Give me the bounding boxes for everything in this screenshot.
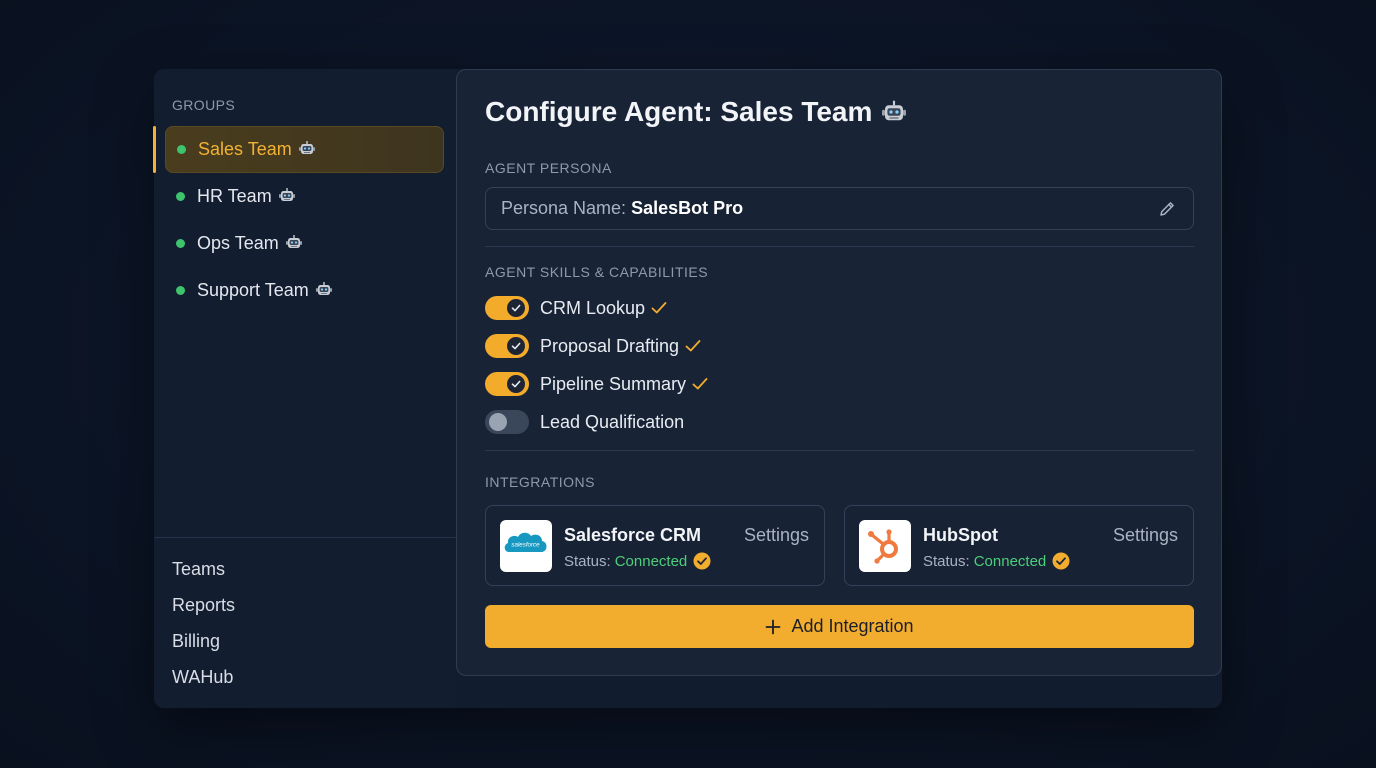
skill-lead-qualification: Lead Qualification — [485, 409, 684, 435]
group-item-support-team[interactable]: Support Team — [165, 267, 444, 314]
group-label: HR Team — [197, 186, 272, 206]
salesforce-cloud-icon: salesforce — [504, 532, 547, 552]
skill-toggle[interactable] — [485, 334, 529, 358]
hubspot-sprocket-icon — [868, 529, 898, 564]
status-prefix: Status: — [923, 552, 970, 570]
robot-icon — [298, 141, 315, 154]
integrations-section-label: INTEGRATIONS — [485, 474, 595, 490]
group-label: Sales Team — [198, 139, 292, 159]
status-dot — [176, 192, 185, 201]
toggle-knob — [489, 413, 507, 431]
section-divider — [485, 450, 1194, 451]
group-item-ops-team[interactable]: Ops Team — [165, 220, 444, 267]
persona-section-label: AGENT PERSONA — [485, 160, 612, 176]
check-icon — [511, 304, 521, 312]
status-dot — [177, 145, 186, 154]
integration-settings-link[interactable]: Settings — [1113, 525, 1178, 546]
group-label: Support Team — [197, 280, 309, 300]
toggle-knob — [507, 337, 525, 355]
skill-label: CRM Lookup — [540, 297, 646, 318]
check-icon — [651, 302, 667, 314]
status-dot — [176, 286, 185, 295]
salesforce-logo-text: salesforce — [511, 542, 540, 549]
status-prefix: Status: — [564, 552, 611, 570]
nav-item-reports[interactable]: Reports — [172, 593, 235, 629]
integration-card-salesforce: salesforce Salesforce CRM Status: Connec… — [485, 505, 825, 586]
group-item-sales-team[interactable]: Sales Team — [165, 126, 444, 173]
add-integration-label: Add Integration — [791, 616, 914, 636]
nav-item-billing[interactable]: Billing — [172, 629, 235, 665]
skill-crm-lookup: CRM Lookup — [485, 295, 667, 321]
check-icon — [511, 342, 521, 350]
persona-prefix: Persona Name: — [501, 198, 627, 218]
section-divider — [485, 246, 1194, 247]
status-value: Connected — [614, 552, 688, 570]
integration-settings-link[interactable]: Settings — [744, 525, 809, 546]
toggle-knob — [507, 375, 525, 393]
skill-toggle[interactable] — [485, 296, 529, 320]
check-icon — [685, 340, 701, 352]
robot-icon — [315, 282, 332, 295]
skill-toggle[interactable] — [485, 372, 529, 396]
group-label: Ops Team — [197, 233, 279, 253]
skill-label: Proposal Drafting — [540, 335, 680, 356]
integration-name: Salesforce CRM — [564, 525, 702, 545]
status-dot — [176, 239, 185, 248]
robot-icon — [285, 235, 302, 248]
skills-section-label: AGENT SKILLS & CAPABILITIES — [485, 264, 709, 280]
sidebar: GROUPS Sales Team HR Team Ops Team Suppo… — [153, 69, 456, 708]
robot-icon — [882, 100, 907, 121]
app-window: GROUPS Sales Team HR Team Ops Team Suppo… — [153, 69, 1222, 708]
group-list: Sales Team HR Team Ops Team Support Team — [154, 126, 456, 314]
sidebar-nav: Teams Reports Billing WAHub — [172, 557, 235, 701]
skill-toggle[interactable] — [485, 410, 529, 434]
check-badge-icon — [693, 552, 711, 570]
plus-icon — [766, 619, 781, 634]
groups-heading: GROUPS — [172, 97, 236, 113]
hubspot-logo — [859, 520, 911, 572]
nav-item-teams[interactable]: Teams — [172, 557, 235, 593]
nav-item-wahub[interactable]: WAHub — [172, 665, 235, 701]
persona-value: SalesBot Pro — [631, 198, 744, 218]
integration-status: Status: Connected — [923, 552, 1070, 570]
status-value: Connected — [973, 552, 1047, 570]
pencil-icon[interactable] — [1158, 200, 1176, 218]
skill-label: Lead Qualification — [540, 411, 685, 432]
skill-proposal-drafting: Proposal Drafting — [485, 333, 701, 359]
skill-pipeline-summary: Pipeline Summary — [485, 371, 708, 397]
page-title-text: Configure Agent: Sales Team — [485, 96, 873, 127]
integration-status: Status: Connected — [564, 552, 711, 570]
check-badge-icon — [1052, 552, 1070, 570]
salesforce-logo: salesforce — [500, 520, 552, 572]
check-icon — [692, 378, 708, 390]
group-item-hr-team[interactable]: HR Team — [165, 173, 444, 220]
check-icon — [511, 380, 521, 388]
sidebar-divider — [154, 537, 456, 538]
page-title: Configure Agent: Sales Team — [485, 96, 907, 128]
add-integration-button[interactable]: Add Integration — [485, 605, 1194, 648]
robot-icon — [278, 188, 295, 201]
toggle-knob — [507, 299, 525, 317]
configure-agent-panel: Configure Agent: Sales Team AGENT PERSON… — [456, 69, 1222, 676]
skill-label: Pipeline Summary — [540, 373, 687, 394]
persona-name-field[interactable]: Persona Name: SalesBot Pro — [485, 187, 1194, 230]
integration-card-hubspot: HubSpot Status: Connected Settings — [844, 505, 1194, 586]
integration-name: HubSpot — [923, 525, 998, 545]
